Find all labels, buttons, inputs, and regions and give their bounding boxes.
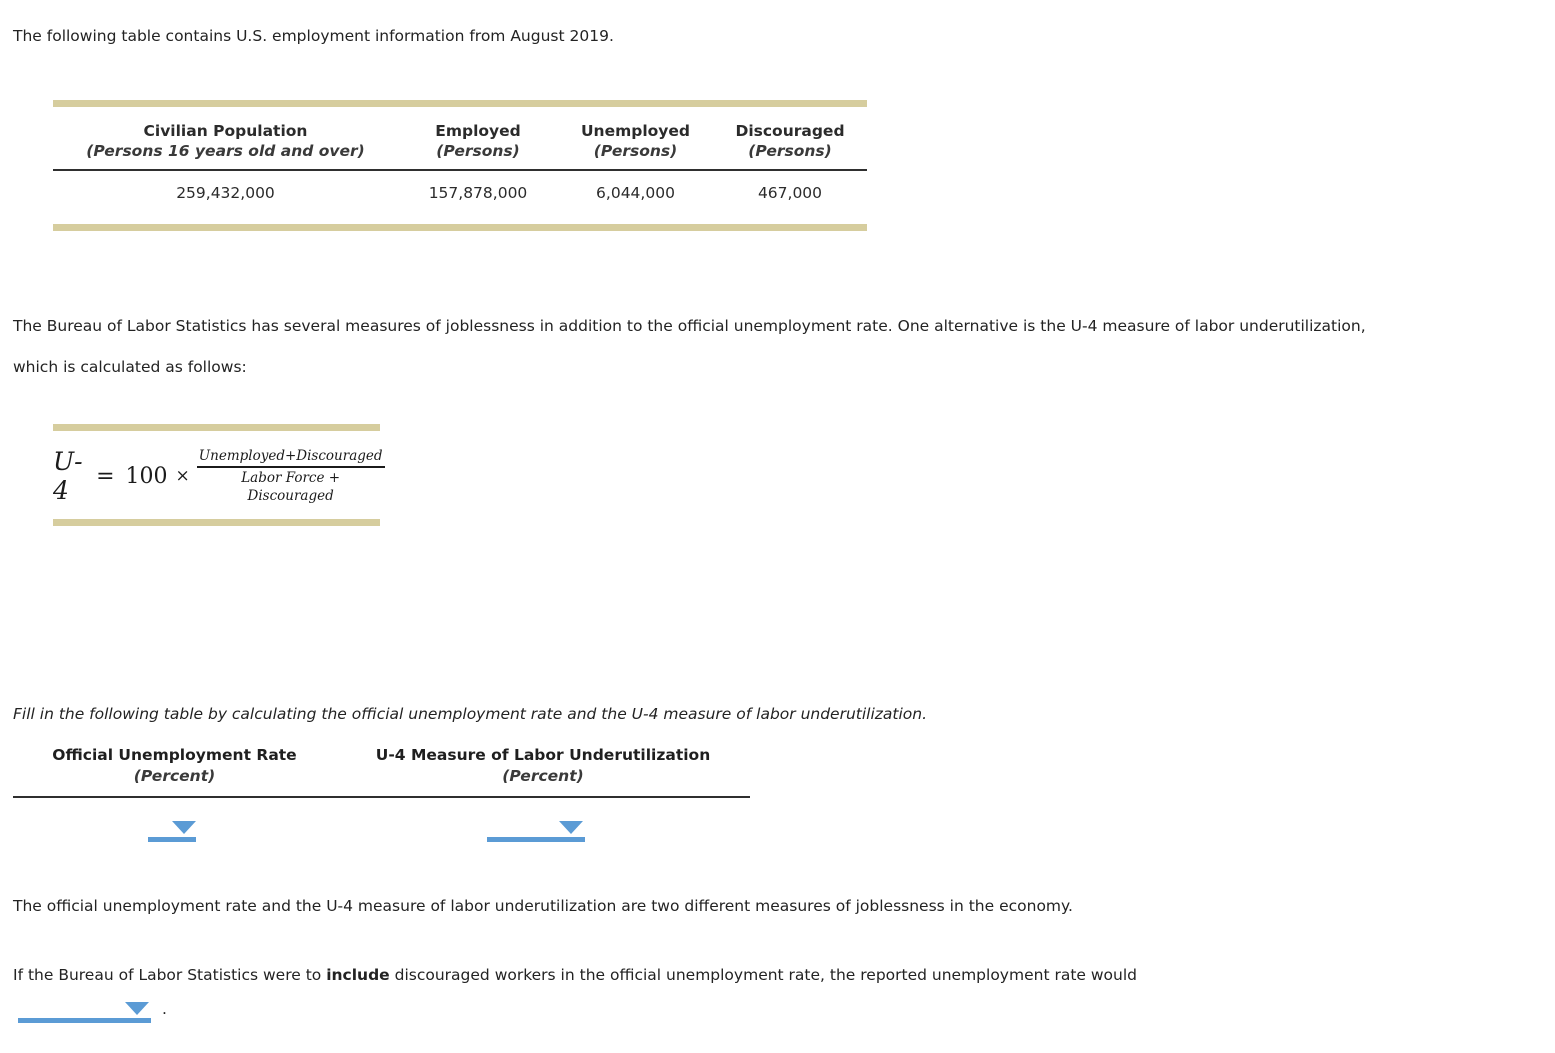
column-subheader-unemployed: (Persons) [593, 142, 678, 160]
sentence-period: . [162, 1000, 167, 1018]
column-header-official-unemployment-rate: Official Unemployment Rate [52, 746, 297, 764]
column-header-u4-measure: U-4 Measure of Labor Underutilization [375, 746, 711, 764]
dropdown-underline [487, 837, 585, 842]
table-bottom-border [53, 223, 867, 231]
fill-in-instruction: Fill in the following table by calculati… [13, 705, 928, 723]
cell-civilian-population: 259,432,000 [176, 183, 275, 202]
column-subheader-civilian-population: (Persons 16 years old and over) [86, 142, 365, 160]
include-paragraph: If the Bureau of Labor Statistics were t… [13, 955, 1137, 996]
include-tail-text: discouraged workers in the official unem… [389, 966, 1137, 984]
column-subheader-u4-percent: (Percent) [502, 767, 584, 785]
column-subheader-official-percent: (Percent) [133, 767, 216, 785]
official-rate-dropdown[interactable] [148, 812, 196, 842]
bls-paragraph: The Bureau of Labor Statistics has sever… [13, 317, 1366, 376]
table-top-border [53, 100, 867, 107]
answer-table-subheader-row: (Percent) (Percent) [13, 767, 750, 796]
formula-denominator: Labor Force + Discouraged [241, 469, 341, 504]
formula-numerator: Unemployed+Discouraged [198, 448, 383, 464]
cell-discouraged: 467,000 [757, 183, 823, 202]
answer-table: Official Unemployment Rate U-4 Measure o… [13, 746, 750, 840]
formula-coefficient: 100 [125, 463, 168, 489]
chevron-down-icon [172, 821, 196, 834]
intro-paragraph: The following table contains U.S. employ… [13, 27, 614, 45]
include-emphasis-text: include [326, 966, 390, 984]
cell-unemployed: 6,044,000 [596, 183, 675, 202]
dropdown-underline [148, 837, 196, 842]
direction-dropdown[interactable] [18, 993, 151, 1023]
column-header-civilian-population: Civilian Population [143, 122, 308, 140]
column-header-discouraged: Discouraged [735, 122, 845, 140]
answer-table-header-row: Official Unemployment Rate U-4 Measure o… [13, 746, 750, 767]
formula-lhs: U-4 [53, 447, 84, 506]
u4-formula: U-4 = 100 × Unemployed+Discouraged Labor… [53, 424, 385, 527]
formula-multiplication-sign: × [175, 466, 190, 487]
employment-table: Civilian Population Employed Unemployed … [53, 100, 867, 231]
table-header-row: Civilian Population Employed Unemployed … [53, 107, 867, 142]
column-header-unemployed: Unemployed [580, 122, 691, 140]
column-subheader-employed: (Persons) [436, 142, 520, 160]
u4-measure-dropdown[interactable] [487, 812, 585, 842]
column-header-employed: Employed [435, 122, 521, 140]
include-lead-text: If the Bureau of Labor Statistics were t… [13, 966, 327, 984]
chevron-down-icon [559, 821, 583, 834]
formula-top-border [53, 424, 380, 431]
column-subheader-discouraged: (Persons) [748, 142, 832, 160]
cell-employed: 157,878,000 [428, 183, 528, 202]
answer-table-input-row [13, 798, 750, 840]
formula-equals-sign: = [96, 463, 115, 489]
formula-bottom-border [53, 519, 380, 527]
formula-fraction: Unemployed+Discouraged Labor Force + Dis… [196, 447, 385, 505]
table-subheader-row: (Persons 16 years old and over) (Persons… [53, 142, 867, 169]
table-row: 259,432,000 157,878,000 6,044,000 467,00… [53, 171, 867, 224]
dropdown-underline [18, 1018, 151, 1023]
closing-paragraph: The official unemployment rate and the U… [13, 897, 1073, 915]
chevron-down-icon [125, 1002, 149, 1015]
formula-expression: U-4 = 100 × Unemployed+Discouraged Labor… [53, 431, 385, 519]
